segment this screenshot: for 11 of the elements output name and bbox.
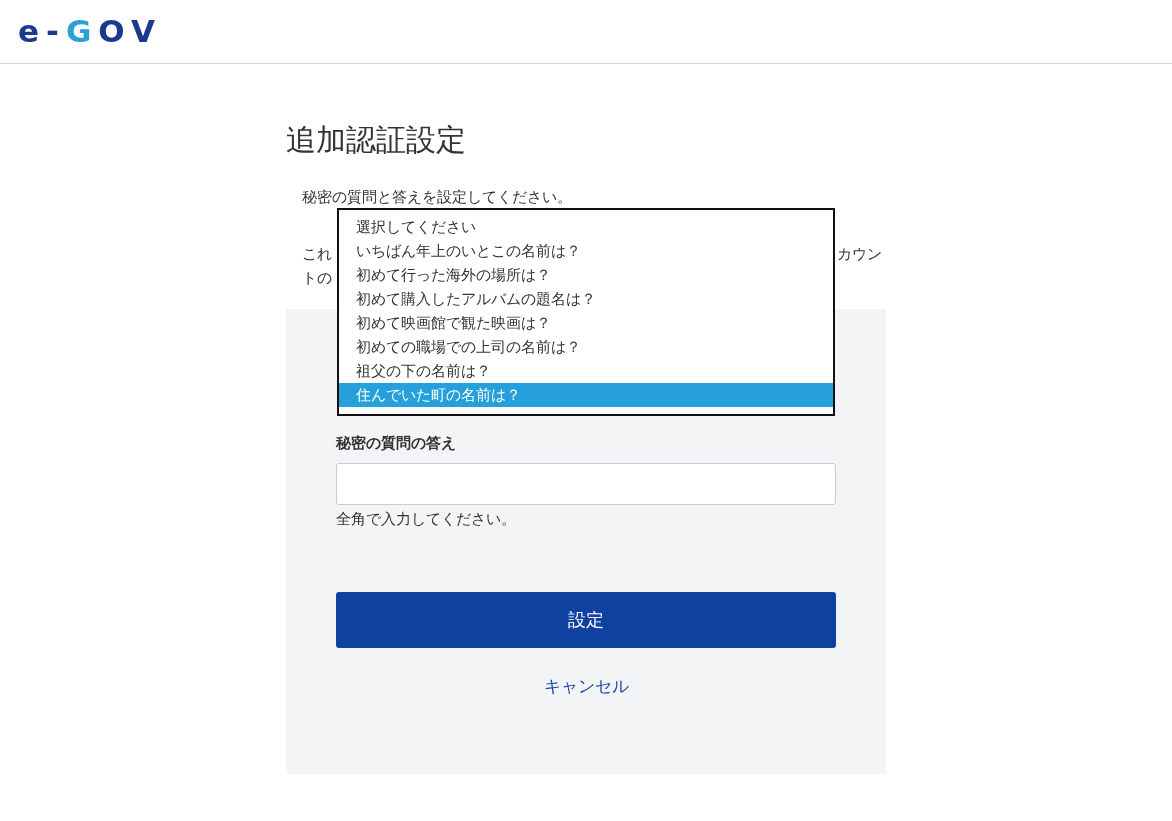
paragraph-text: カウン [837,244,882,265]
cancel-link[interactable]: キャンセル [543,676,629,696]
logo[interactable]: e-G OV [18,16,162,47]
paragraph-text: トの [302,268,332,289]
field-label: 秘密の質問の答え [336,433,457,453]
answer-input-field[interactable] [336,463,836,505]
paragraph-text: これ [302,244,332,265]
instruction-text: 秘密の質問と答えを設定してください。 [302,187,573,208]
submit-button[interactable]: 設定 [336,592,836,648]
page-title: 追加認証設定 [286,121,467,159]
hint-text: 全角で入力してください。 [336,509,517,530]
